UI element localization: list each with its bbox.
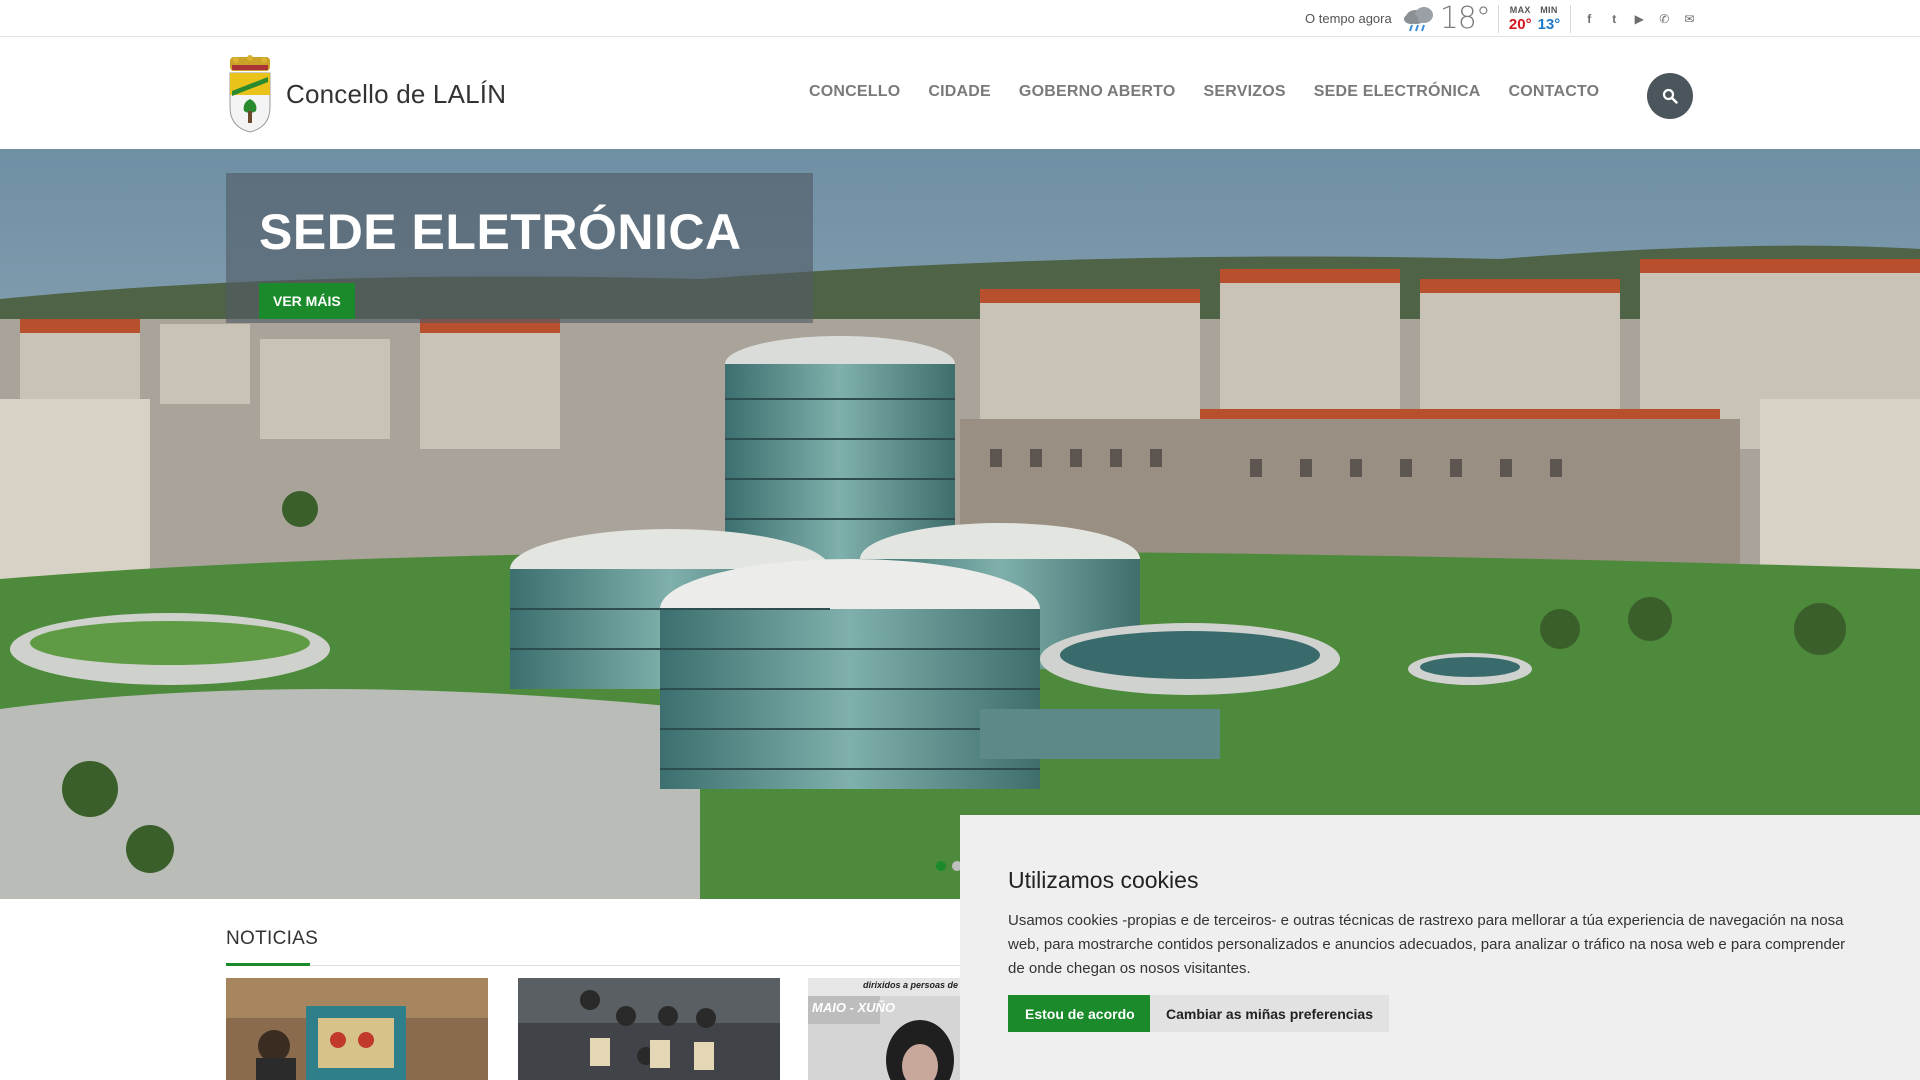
nav-item-sede-electronica[interactable]: SEDE ELECTRÓNICA (1314, 83, 1481, 101)
phone-icon[interactable]: ✆ (1656, 11, 1672, 27)
see-more-button[interactable]: VER MÁIS (259, 283, 355, 319)
accept-cookies-button[interactable]: Estou de acordo (1008, 995, 1152, 1032)
search-icon (1662, 88, 1678, 104)
youtube-icon[interactable]: ▶ (1631, 11, 1647, 27)
top-bar: O tempo agora 18° MAX 20° MIN 13° f t ▶ (0, 0, 1920, 37)
cookie-preferences-button[interactable]: Cambiar as miñas preferencias (1150, 995, 1389, 1032)
slider-dots (936, 861, 962, 871)
hero-title: SEDE ELETRÓNICA (259, 204, 742, 260)
cookie-consent-panel: Utilizamos cookies Usamos cookies -propi… (960, 815, 1920, 1080)
hero-slider: SEDE ELETRÓNICA VER MÁIS (0, 149, 1920, 899)
hero-caption: SEDE ELETRÓNICA VER MÁIS (226, 173, 813, 323)
main-navigation: CONCELLO CIDADE GOBERNO ABERTO SERVIZOS … (809, 83, 1599, 101)
news-card-3-overlay-text: dirixidos a persoas de m (863, 980, 960, 990)
coat-of-arms-icon (229, 55, 271, 133)
rain-cloud-icon (1403, 6, 1433, 31)
news-card-3-overlay-label: MAIO - XUÑO (812, 1000, 896, 1015)
news-card-1-image[interactable] (226, 978, 488, 1080)
news-card-3-image[interactable]: dirixidos a persoas de m MAIO - XUÑO (808, 978, 960, 1080)
site-logo-link[interactable]: Concello de LALÍN (226, 55, 506, 133)
facebook-icon[interactable]: f (1581, 11, 1597, 27)
min-label: MIN (1540, 4, 1558, 15)
nav-item-cidade[interactable]: CIDADE (928, 83, 991, 101)
news-card-2-image[interactable] (518, 978, 780, 1080)
nav-item-goberno-aberto[interactable]: GOBERNO ABERTO (1019, 83, 1176, 101)
nav-item-concello[interactable]: CONCELLO (809, 83, 900, 101)
max-temperature: 20° (1508, 15, 1532, 33)
min-temperature: 13° (1537, 15, 1561, 33)
cookie-title: Utilizamos cookies (1008, 867, 1199, 893)
slider-dot-1[interactable] (936, 861, 946, 871)
social-links: f t ▶ ✆ ✉ (1581, 11, 1697, 27)
section-title-underline (226, 963, 310, 966)
search-button[interactable] (1647, 73, 1693, 119)
cookie-description: Usamos cookies -propias e de terceiros- … (1008, 912, 1846, 977)
max-label: MAX (1509, 4, 1531, 15)
twitter-icon[interactable]: t (1606, 11, 1622, 27)
divider (1570, 4, 1572, 33)
weather-widget: O tempo agora 18° MAX 20° MIN 13° f t ▶ (1305, 0, 1697, 37)
site-header: Concello de LALÍN CONCELLO CIDADE GOBERN… (0, 37, 1920, 149)
min-max-temperature: MAX 20° MIN 13° (1508, 4, 1561, 33)
mail-icon[interactable]: ✉ (1681, 11, 1697, 27)
nav-item-servizos[interactable]: SERVIZOS (1204, 83, 1286, 101)
nav-item-contacto[interactable]: CONTACTO (1509, 83, 1600, 101)
divider (1497, 4, 1499, 33)
site-title: Concello de LALÍN (286, 78, 507, 109)
weather-label: O tempo agora (1305, 11, 1392, 26)
news-section-title: NOTICIAS (226, 928, 319, 949)
current-temperature: 18° (1439, 1, 1491, 36)
